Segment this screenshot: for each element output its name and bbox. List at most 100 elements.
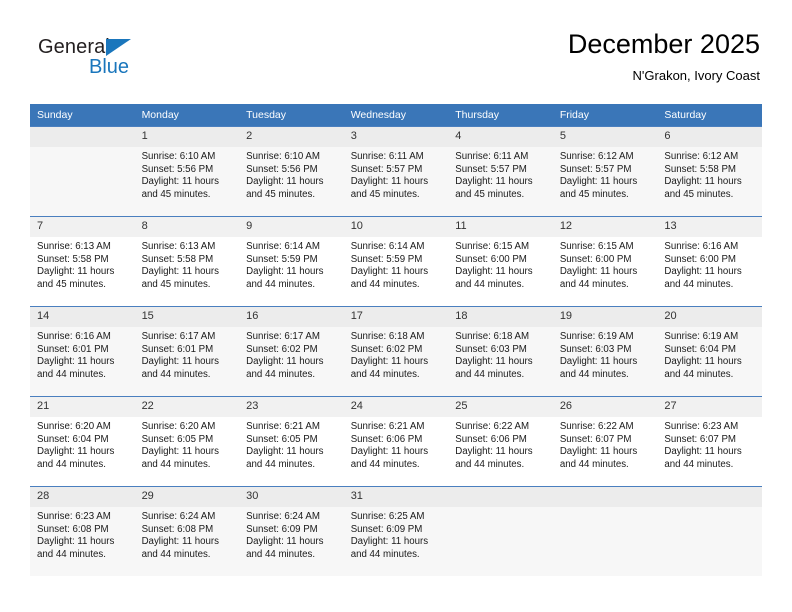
daylight-text-line2: and 44 minutes. — [350, 368, 420, 380]
title-block: December 2025 N'Grakon, Ivory Coast — [568, 28, 760, 85]
sunrise-text: Sunrise: 6:17 AM — [141, 331, 216, 342]
calendar-day-cell[interactable]: 13 Sunrise: 6:16 AM Sunset: 6:00 PM Dayligh… — [657, 216, 762, 307]
logo-text-blue: Blue — [89, 56, 130, 78]
sunrise-text: Sunrise: 6:14 AM — [246, 241, 320, 252]
sunset-text: Sunset: 6:05 PM — [141, 433, 214, 445]
day-cell-inner: 8 Sunrise: 6:13 AM Sunset: 5:58 PM Daylight… — [134, 217, 240, 306]
daylight-text-line1: Daylight: 11 hours — [141, 356, 219, 368]
calendar-day-cell[interactable]: 22 Sunrise: 6:20 AM Sunset: 6:05 PM Dayligh… — [134, 396, 240, 487]
calendar-day-cell[interactable]: 12 Sunrise: 6:15 AM Sunset: 6:00 PM Dayligh… — [552, 216, 658, 307]
day-cell-inner: 24 Sunrise: 6:21 AM Sunset: 6:06 PM Dayligh… — [343, 397, 449, 486]
daylight-text-line1: Daylight: 11 hours — [246, 536, 324, 548]
calendar-day-cell[interactable]: 19 Sunrise: 6:19 AM Sunset: 6:03 PM Dayligh… — [552, 306, 658, 397]
calendar-day-cell[interactable]: 9 Sunrise: 6:14 AM Sunset: 5:59 PM Daylight… — [239, 216, 344, 307]
day-details: Sunrise: 6:14 AM Sunset: 5:59 PM Daylight:… — [239, 237, 344, 291]
calendar-day-cell[interactable]: 11 Sunrise: 6:15 AM Sunset: 6:00 PM Dayligh… — [448, 216, 553, 307]
calendar-day-cell[interactable]: 4 Sunrise: 6:11 AM Sunset: 5:57 PM Daylight… — [448, 126, 553, 217]
calendar-day-cell[interactable]: 23 Sunrise: 6:21 AM Sunset: 6:05 PM Dayligh… — [239, 396, 344, 487]
calendar-day-cell[interactable]: 7 Sunrise: 6:13 AM Sunset: 5:58 PM Daylight… — [30, 216, 135, 307]
day-cell-inner: 21 Sunrise: 6:20 AM Sunset: 6:04 PM Dayligh… — [30, 397, 135, 486]
daylight-text-line1: Daylight: 11 hours — [559, 266, 638, 278]
day-number: 31 — [343, 487, 449, 507]
day-cell-inner — [657, 487, 762, 576]
day-number — [448, 487, 553, 507]
calendar-day-cell[interactable]: 5 Sunrise: 6:12 AM Sunset: 5:57 PM Daylight… — [552, 126, 658, 217]
calendar-day-cell[interactable]: 31 Sunrise: 6:25 AM Sunset: 6:09 PM Dayligh… — [343, 486, 449, 576]
sunset-text: Sunset: 5:59 PM — [350, 253, 423, 265]
day-cell-inner: 20 Sunrise: 6:19 AM Sunset: 6:04 PM Dayligh… — [657, 307, 762, 396]
day-details: Sunrise: 6:12 AM Sunset: 5:58 PM Daylight:… — [657, 147, 762, 201]
calendar-day-cell[interactable]: 20 Sunrise: 6:19 AM Sunset: 6:04 PM Dayligh… — [657, 306, 762, 397]
day-number: 22 — [134, 397, 240, 417]
calendar-day-cell[interactable]: 2 Sunrise: 6:10 AM Sunset: 5:56 PM Daylight… — [239, 126, 344, 217]
calendar-day-cell[interactable]: 27 Sunrise: 6:23 AM Sunset: 6:07 PM Dayligh… — [657, 396, 762, 487]
calendar-body: 1 Sunrise: 6:10 AM Sunset: 5:56 PM Daylight… — [30, 126, 762, 576]
daylight-text-line2: and 44 minutes. — [455, 278, 525, 290]
day-cell-inner: 29 Sunrise: 6:24 AM Sunset: 6:08 PM Dayligh… — [134, 487, 240, 576]
calendar-day-cell[interactable]: 30 Sunrise: 6:24 AM Sunset: 6:09 PM Dayligh… — [239, 486, 344, 576]
day-details: Sunrise: 6:15 AM Sunset: 6:00 PM Daylight:… — [448, 237, 553, 291]
logo-triangle-icon — [106, 39, 131, 56]
calendar-week-row: 7 Sunrise: 6:13 AM Sunset: 5:58 PM Daylight… — [30, 216, 762, 307]
daylight-text-line2: and 45 minutes. — [37, 278, 106, 290]
calendar-day-cell[interactable]: 8 Sunrise: 6:13 AM Sunset: 5:58 PM Daylight… — [134, 216, 240, 307]
daylight-text-line1: Daylight: 11 hours — [455, 446, 533, 458]
day-cell-inner — [552, 487, 658, 576]
daylight-text-line1: Daylight: 11 hours — [664, 266, 742, 278]
day-details: Sunrise: 6:22 AM Sunset: 6:07 PM Daylight:… — [553, 417, 658, 471]
sunset-text: Sunset: 6:00 PM — [664, 253, 736, 265]
day-cell-inner: 17 Sunrise: 6:18 AM Sunset: 6:02 PM Dayligh… — [343, 307, 449, 396]
day-details: Sunrise: 6:24 AM Sunset: 6:08 PM Daylight:… — [135, 507, 240, 561]
daylight-text-line1: Daylight: 11 hours — [350, 356, 429, 368]
sunset-text: Sunset: 6:08 PM — [141, 523, 214, 535]
day-number: 27 — [657, 397, 762, 417]
sunset-text: Sunset: 6:05 PM — [246, 433, 318, 445]
calendar-day-cell[interactable]: 29 Sunrise: 6:24 AM Sunset: 6:08 PM Dayligh… — [134, 486, 240, 576]
calendar-week-row: 14 Sunrise: 6:16 AM Sunset: 6:01 PM Dayligh… — [30, 306, 762, 397]
calendar-day-cell[interactable]: 16 Sunrise: 6:17 AM Sunset: 6:02 PM Dayligh… — [239, 306, 344, 397]
daylight-text-line1: Daylight: 11 hours — [141, 176, 219, 188]
day-details: Sunrise: 6:21 AM Sunset: 6:05 PM Daylight:… — [239, 417, 344, 471]
calendar-day-cell[interactable]: 1 Sunrise: 6:10 AM Sunset: 5:56 PM Daylight… — [134, 126, 240, 217]
calendar-day-cell[interactable]: 24 Sunrise: 6:21 AM Sunset: 6:06 PM Dayligh… — [343, 396, 449, 487]
day-details: Sunrise: 6:16 AM Sunset: 6:01 PM Daylight:… — [30, 327, 135, 381]
calendar-day-cell[interactable]: 15 Sunrise: 6:17 AM Sunset: 6:01 PM Dayligh… — [134, 306, 240, 397]
day-details: Sunrise: 6:14 AM Sunset: 5:59 PM Daylight:… — [344, 237, 449, 291]
sunrise-text: Sunrise: 6:25 AM — [350, 511, 425, 522]
day-cell-inner: 13 Sunrise: 6:16 AM Sunset: 6:00 PM Dayligh… — [657, 217, 762, 306]
calendar-day-cell[interactable]: 26 Sunrise: 6:22 AM Sunset: 6:07 PM Dayligh… — [552, 396, 658, 487]
daylight-text-line1: Daylight: 11 hours — [37, 356, 115, 368]
calendar-day-cell[interactable]: 28 Sunrise: 6:23 AM Sunset: 6:08 PM Dayligh… — [30, 486, 135, 576]
calendar-day-cell[interactable]: 18 Sunrise: 6:18 AM Sunset: 6:03 PM Dayligh… — [448, 306, 553, 397]
day-number: 6 — [657, 127, 762, 147]
sunrise-text: Sunrise: 6:22 AM — [559, 421, 634, 432]
day-cell-inner: 10 Sunrise: 6:14 AM Sunset: 5:59 PM Dayligh… — [343, 217, 449, 306]
calendar-day-cell-empty — [657, 486, 762, 576]
day-details: Sunrise: 6:16 AM Sunset: 6:00 PM Daylight:… — [657, 237, 762, 291]
daylight-text-line2: and 45 minutes. — [141, 188, 211, 200]
day-number: 16 — [239, 307, 344, 327]
daylight-text-line1: Daylight: 11 hours — [559, 176, 638, 188]
day-number: 3 — [343, 127, 449, 147]
calendar-day-cell[interactable]: 10 Sunrise: 6:14 AM Sunset: 5:59 PM Dayligh… — [343, 216, 449, 307]
calendar-day-cell[interactable]: 14 Sunrise: 6:16 AM Sunset: 6:01 PM Dayligh… — [30, 306, 135, 397]
day-details: Sunrise: 6:11 AM Sunset: 5:57 PM Daylight:… — [344, 147, 449, 201]
general-blue-logo[interactable]: General Blue — [38, 36, 158, 84]
sunset-text: Sunset: 6:00 PM — [455, 253, 527, 265]
sunrise-text: Sunrise: 6:12 AM — [559, 151, 634, 162]
calendar-day-cell[interactable]: 21 Sunrise: 6:20 AM Sunset: 6:04 PM Dayligh… — [30, 396, 135, 487]
day-cell-inner: 28 Sunrise: 6:23 AM Sunset: 6:08 PM Dayligh… — [30, 487, 135, 576]
day-cell-inner: 6 Sunrise: 6:12 AM Sunset: 5:58 PM Daylight… — [657, 127, 762, 216]
calendar-day-cell[interactable]: 3 Sunrise: 6:11 AM Sunset: 5:57 PM Daylight… — [343, 126, 449, 217]
sunrise-text: Sunrise: 6:22 AM — [455, 421, 530, 432]
sunrise-text: Sunrise: 6:14 AM — [350, 241, 425, 252]
calendar-day-cell[interactable]: 25 Sunrise: 6:22 AM Sunset: 6:06 PM Dayligh… — [448, 396, 553, 487]
daylight-text-line1: Daylight: 11 hours — [141, 266, 219, 278]
day-details: Sunrise: 6:21 AM Sunset: 6:06 PM Daylight:… — [344, 417, 449, 471]
day-number: 17 — [343, 307, 449, 327]
sunrise-text: Sunrise: 6:19 AM — [664, 331, 739, 342]
calendar-day-cell-empty — [552, 486, 658, 576]
calendar-day-cell[interactable]: 6 Sunrise: 6:12 AM Sunset: 5:58 PM Daylight… — [657, 126, 762, 217]
calendar-day-cell[interactable]: 17 Sunrise: 6:18 AM Sunset: 6:02 PM Dayligh… — [343, 306, 449, 397]
sunset-text: Sunset: 6:07 PM — [559, 433, 632, 445]
